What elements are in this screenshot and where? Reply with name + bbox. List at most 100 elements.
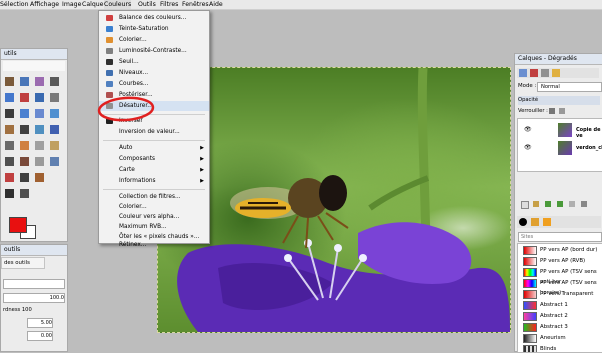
new-layer-icon[interactable] bbox=[521, 201, 529, 209]
menu-item-luminosite[interactable]: Luminosité-Contraste... bbox=[99, 46, 209, 56]
gradient-row[interactable]: PP vers Transparent bbox=[518, 289, 602, 299]
gradient-row[interactable]: Abstract 2 bbox=[518, 311, 602, 321]
menu-item-colorier-2[interactable]: Colorier... bbox=[99, 202, 209, 212]
menu-selection[interactable]: Sélection bbox=[0, 0, 29, 9]
aspect-field[interactable]: 0.00 bbox=[27, 331, 53, 341]
shear-icon[interactable] bbox=[50, 125, 59, 134]
eye-icon[interactable]: 👁 bbox=[524, 126, 532, 133]
fuzzy-select-icon[interactable] bbox=[20, 77, 29, 86]
ink-icon[interactable] bbox=[5, 173, 14, 182]
menu-calque[interactable]: Calque bbox=[82, 0, 104, 9]
pattern-tab-icon[interactable] bbox=[531, 218, 539, 226]
layer-row[interactable]: 👁 verdon_cha bbox=[518, 141, 602, 157]
menu-item-balance[interactable]: Balance des couleurs... bbox=[99, 13, 209, 23]
brush-select[interactable] bbox=[3, 279, 65, 289]
menu-item-composants[interactable]: Composants ▶ bbox=[99, 154, 209, 164]
raise-layer-icon[interactable] bbox=[545, 201, 551, 207]
clone-icon[interactable] bbox=[20, 173, 29, 182]
heal-icon[interactable] bbox=[35, 173, 44, 182]
lock-pixels-icon[interactable] bbox=[549, 108, 555, 114]
menu-item-seuil[interactable]: Seuil... bbox=[99, 57, 209, 67]
menu-item-colorier[interactable]: Colorier... bbox=[99, 35, 209, 45]
opacity-field[interactable]: 100.0 bbox=[3, 293, 65, 303]
paths-icon[interactable] bbox=[20, 93, 29, 102]
paths-tab-icon[interactable] bbox=[541, 69, 549, 77]
gradient-row[interactable]: PP vers AP (TSV sens anti-hor bbox=[518, 267, 602, 285]
gradient-list: PP vers AP (bord dur) PP vers AP (RVB) P… bbox=[517, 243, 602, 353]
smudge-icon[interactable] bbox=[5, 189, 14, 198]
crop-icon[interactable] bbox=[50, 109, 59, 118]
gradient-row[interactable]: PP vers AP (RVB) bbox=[518, 256, 602, 266]
rotate-icon[interactable] bbox=[5, 125, 14, 134]
brightness-icon bbox=[106, 48, 113, 54]
menu-item-retinex[interactable]: Rétinex... bbox=[99, 242, 209, 250]
paintbrush-icon[interactable] bbox=[20, 157, 29, 166]
menu-fenetres[interactable]: Fenêtres bbox=[182, 0, 209, 9]
lock-alpha-icon[interactable] bbox=[559, 108, 565, 114]
menu-image[interactable]: Image bbox=[62, 0, 81, 9]
gradient-row[interactable]: Aneurism bbox=[518, 333, 602, 343]
menu-outils[interactable]: Outils bbox=[138, 0, 156, 9]
image-canvas[interactable] bbox=[157, 67, 511, 333]
gradient-row[interactable]: PP vers AP (bord dur) bbox=[518, 245, 602, 255]
menu-item-courbes[interactable]: Courbes... bbox=[99, 79, 209, 89]
pencil-icon[interactable] bbox=[5, 157, 14, 166]
gradient-tab-icon[interactable] bbox=[543, 218, 551, 226]
size-field[interactable]: 5.00 bbox=[27, 318, 53, 328]
measure-icon[interactable] bbox=[5, 109, 14, 118]
perspective-icon[interactable] bbox=[5, 141, 14, 150]
menu-aide[interactable]: Aide bbox=[209, 0, 223, 9]
zoom-icon[interactable] bbox=[50, 93, 59, 102]
menu-item-maximum-rvb[interactable]: Maximum RVB... bbox=[99, 222, 209, 232]
gradient-row[interactable]: Abstract 3 bbox=[518, 322, 602, 332]
color-picker-icon[interactable] bbox=[35, 93, 44, 102]
lasso-icon[interactable] bbox=[5, 77, 14, 86]
menu-item-informations[interactable]: Informations ▶ bbox=[99, 176, 209, 186]
menu-item-couleur-alpha[interactable]: Couleur vers alpha... bbox=[99, 212, 209, 222]
layers-tab-icon[interactable] bbox=[519, 69, 527, 77]
menu-couleurs[interactable]: Couleurs bbox=[104, 0, 132, 9]
gradient-filter-input[interactable]: Sites bbox=[518, 232, 602, 242]
eye-icon[interactable]: 👁 bbox=[524, 144, 532, 151]
layer-group-icon[interactable] bbox=[533, 201, 539, 207]
text-icon[interactable] bbox=[20, 125, 29, 134]
cage-icon[interactable] bbox=[35, 141, 44, 150]
menu-filtres[interactable]: Filtres bbox=[160, 0, 178, 9]
menu-item-inversion-valeur[interactable]: Inversion de valeur... bbox=[99, 127, 209, 137]
tab-tool-options[interactable]: des outils bbox=[1, 257, 45, 269]
mode-select[interactable]: Normal bbox=[537, 82, 602, 92]
gradient-row[interactable]: Blinds bbox=[518, 344, 602, 352]
color-select-icon[interactable] bbox=[35, 77, 44, 86]
bucket-fill-icon[interactable] bbox=[50, 141, 59, 150]
duplicate-layer-icon[interactable] bbox=[569, 201, 575, 207]
foreground-color-swatch[interactable] bbox=[9, 217, 27, 233]
menu-item-pixels-chauds[interactable]: Ôter les « pixels chauds »... bbox=[99, 232, 209, 242]
channels-tab-icon[interactable] bbox=[530, 69, 538, 77]
move-icon[interactable] bbox=[20, 109, 29, 118]
menu-item-auto[interactable]: Auto ▶ bbox=[99, 143, 209, 153]
align-icon[interactable] bbox=[35, 109, 44, 118]
lower-layer-icon[interactable] bbox=[557, 201, 563, 207]
eraser-icon[interactable] bbox=[35, 157, 44, 166]
layer-row[interactable]: 👁 Copie de ve bbox=[518, 123, 602, 139]
foreground-select-icon[interactable] bbox=[5, 93, 14, 102]
menu-item-carte[interactable]: Carte ▶ bbox=[99, 165, 209, 175]
undo-tab-icon[interactable] bbox=[552, 69, 560, 77]
brush-tab-icon[interactable] bbox=[519, 218, 527, 226]
scale-icon[interactable] bbox=[35, 125, 44, 134]
layer-name: verdon_cha bbox=[576, 145, 602, 151]
flip-icon[interactable] bbox=[20, 141, 29, 150]
gradient-row[interactable]: Abstract 1 bbox=[518, 300, 602, 310]
menu-item-teinte[interactable]: Teinte-Saturation bbox=[99, 24, 209, 34]
dodge-burn-icon[interactable] bbox=[20, 189, 29, 198]
anchor-layer-icon[interactable] bbox=[581, 201, 587, 207]
menu-item-collection-filtres[interactable]: Collection de filtres... bbox=[99, 192, 209, 202]
gradient-row[interactable]: PP vers AP (TSV sens horaire) bbox=[518, 278, 602, 296]
airbrush-icon[interactable] bbox=[50, 157, 59, 166]
menu-affichage[interactable]: Affichage bbox=[30, 0, 59, 9]
toolbox-header-area bbox=[3, 61, 65, 71]
opacity-label[interactable]: Opacité bbox=[518, 96, 600, 105]
menu-item-niveaux[interactable]: Niveaux... bbox=[99, 68, 209, 78]
scissors-icon[interactable] bbox=[50, 77, 59, 86]
gradient-preview bbox=[523, 334, 537, 343]
